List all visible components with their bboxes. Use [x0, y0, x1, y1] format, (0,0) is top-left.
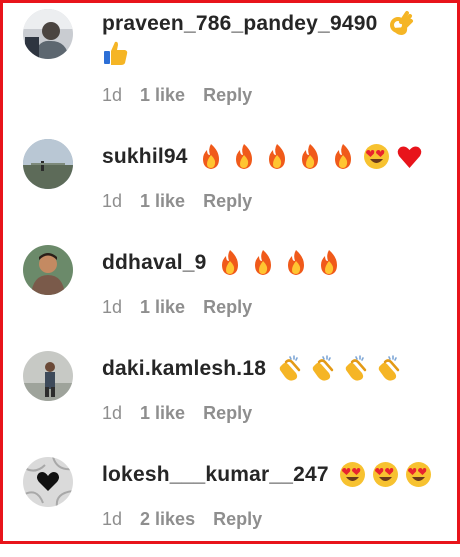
likes-count[interactable]: 1 like: [140, 191, 185, 212]
timestamp: 1d: [102, 509, 123, 529]
likes-count[interactable]: 1 like: [140, 403, 185, 424]
fire-icon: [250, 249, 277, 276]
comment-item: sukhil94 1d 1 like Reply: [23, 139, 447, 239]
comment-meta: 1d 1 like Reply: [102, 85, 252, 106]
ok-hand-icon: [387, 10, 414, 37]
comment-item: lokesh___kumar__247 1d 2 likes Reply: [23, 457, 447, 557]
heart-eyes-icon: [339, 461, 366, 488]
timestamp: 1d: [102, 297, 123, 317]
heart-eyes-icon: [372, 461, 399, 488]
reply-button[interactable]: Reply: [203, 85, 252, 106]
emoji-row: [276, 355, 402, 382]
fire-icon: [264, 143, 291, 170]
fire-icon: [217, 249, 244, 276]
reply-button[interactable]: Reply: [203, 297, 252, 318]
username[interactable]: lokesh___kumar__247: [102, 463, 329, 487]
avatar[interactable]: [23, 245, 73, 295]
likes-count[interactable]: 2 likes: [140, 509, 195, 530]
heart-eyes-icon: [363, 143, 390, 170]
red-heart-icon: [396, 143, 423, 170]
fire-icon: [316, 249, 343, 276]
username[interactable]: sukhil94: [102, 145, 188, 169]
avatar[interactable]: [23, 351, 73, 401]
fire-icon: [297, 143, 324, 170]
emoji-row: [387, 10, 414, 37]
avatar[interactable]: [23, 139, 73, 189]
fire-icon: [330, 143, 357, 170]
avatar[interactable]: [23, 457, 73, 507]
likes-count[interactable]: 1 like: [140, 85, 185, 106]
heart-eyes-icon: [405, 461, 432, 488]
clapping-hands-icon: [375, 355, 402, 382]
reply-button[interactable]: Reply: [203, 403, 252, 424]
timestamp: 1d: [102, 403, 123, 423]
username[interactable]: praveen_786_pandey_9490: [102, 12, 377, 36]
fire-icon: [198, 143, 225, 170]
comments-panel: praveen_786_pandey_9490 1d 1 like Reply: [0, 0, 460, 544]
reply-button[interactable]: Reply: [213, 509, 262, 530]
comment-meta: 1d 1 like Reply: [102, 297, 252, 318]
comment-item: ddhaval_9 1d 1 like Reply: [23, 245, 447, 345]
username[interactable]: ddhaval_9: [102, 251, 207, 275]
clapping-hands-icon: [342, 355, 369, 382]
username[interactable]: daki.kamlesh.18: [102, 357, 266, 381]
fire-icon: [231, 143, 258, 170]
timestamp: 1d: [102, 191, 123, 211]
comment-item: praveen_786_pandey_9490 1d 1 like Reply: [23, 9, 447, 109]
emoji-row: [217, 249, 343, 276]
emoji-row: [102, 39, 447, 66]
emoji-row: [198, 143, 423, 170]
comment-meta: 1d 1 like Reply: [102, 191, 252, 212]
emoji-row: [339, 461, 432, 488]
thumbs-up-icon: [102, 39, 129, 66]
avatar[interactable]: [23, 9, 73, 59]
clapping-hands-icon: [309, 355, 336, 382]
likes-count[interactable]: 1 like: [140, 297, 185, 318]
comment-item: daki.kamlesh.18 1d 1 like Reply: [23, 351, 447, 451]
reply-button[interactable]: Reply: [203, 191, 252, 212]
comment-meta: 1d 1 like Reply: [102, 403, 252, 424]
comment-meta: 1d 2 likes Reply: [102, 509, 262, 530]
fire-icon: [283, 249, 310, 276]
clapping-hands-icon: [276, 355, 303, 382]
timestamp: 1d: [102, 85, 123, 105]
